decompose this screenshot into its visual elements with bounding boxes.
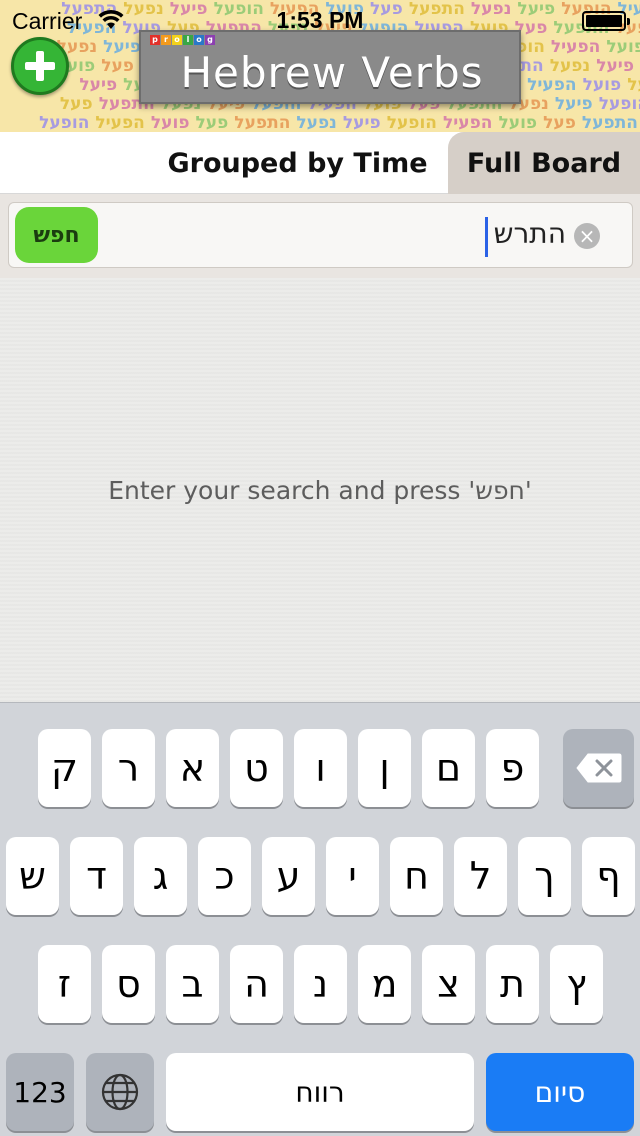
key[interactable]: ז <box>38 945 91 1023</box>
search-button[interactable]: חפש <box>15 207 98 263</box>
empty-state-hint: Enter your search and press 'חפש' <box>108 476 532 505</box>
key[interactable]: ם <box>422 729 475 807</box>
numbers-key[interactable]: 123 <box>6 1053 74 1131</box>
search-bar: חפש התרש × <box>0 194 640 278</box>
search-input[interactable]: חפש התרש × <box>8 202 633 268</box>
globe-icon <box>101 1073 139 1111</box>
key[interactable]: ח <box>390 837 443 915</box>
backspace-key[interactable] <box>563 729 634 807</box>
key[interactable]: ל <box>454 837 507 915</box>
key[interactable]: צ <box>422 945 475 1023</box>
key[interactable]: ב <box>166 945 219 1023</box>
key[interactable]: ק <box>38 729 91 807</box>
key[interactable]: ג <box>134 837 187 915</box>
key[interactable]: י <box>326 837 379 915</box>
key[interactable]: ן <box>358 729 411 807</box>
app-header: הפעילהופעלפיעלנפעלהתפעלפעלפועלהפעילהופעל… <box>0 0 640 132</box>
key[interactable]: ף <box>582 837 635 915</box>
search-query-text: התרש <box>493 217 566 250</box>
key[interactable]: ס <box>102 945 155 1023</box>
key[interactable]: כ <box>198 837 251 915</box>
results-area: Enter your search and press 'חפש' <box>0 278 640 702</box>
clear-icon[interactable]: × <box>574 223 600 249</box>
key[interactable]: ע <box>262 837 315 915</box>
tab-bar: Grouped by Time Full Board <box>0 132 640 194</box>
backspace-icon <box>575 753 621 783</box>
battery-icon <box>582 11 630 31</box>
on-screen-keyboard: 123 רווח סיום קראטוןםפ שדגכעיחלךף זסבהנמצת… <box>0 702 640 1136</box>
key[interactable]: ה <box>230 945 283 1023</box>
key[interactable]: ת <box>486 945 539 1023</box>
key[interactable]: מ <box>358 945 411 1023</box>
tab-grouped-by-time[interactable]: Grouped by Time <box>150 132 445 194</box>
key[interactable]: א <box>166 729 219 807</box>
globe-key[interactable] <box>86 1053 154 1131</box>
space-key[interactable]: רווח <box>166 1053 474 1131</box>
key[interactable]: ר <box>102 729 155 807</box>
app-logo: prolog Hebrew Verbs <box>139 30 521 104</box>
tab-full-board[interactable]: Full Board <box>448 132 640 194</box>
text-caret <box>485 217 488 257</box>
app-title: Hebrew Verbs <box>180 48 484 97</box>
key[interactable]: ו <box>294 729 347 807</box>
key[interactable]: פ <box>486 729 539 807</box>
key[interactable]: ד <box>70 837 123 915</box>
key[interactable]: נ <box>294 945 347 1023</box>
done-key[interactable]: סיום <box>486 1053 634 1131</box>
add-button[interactable] <box>11 37 69 95</box>
key[interactable]: ש <box>6 837 59 915</box>
key[interactable]: ץ <box>550 945 603 1023</box>
brand-badge: prolog <box>150 35 215 45</box>
key[interactable]: ך <box>518 837 571 915</box>
key[interactable]: ט <box>230 729 283 807</box>
